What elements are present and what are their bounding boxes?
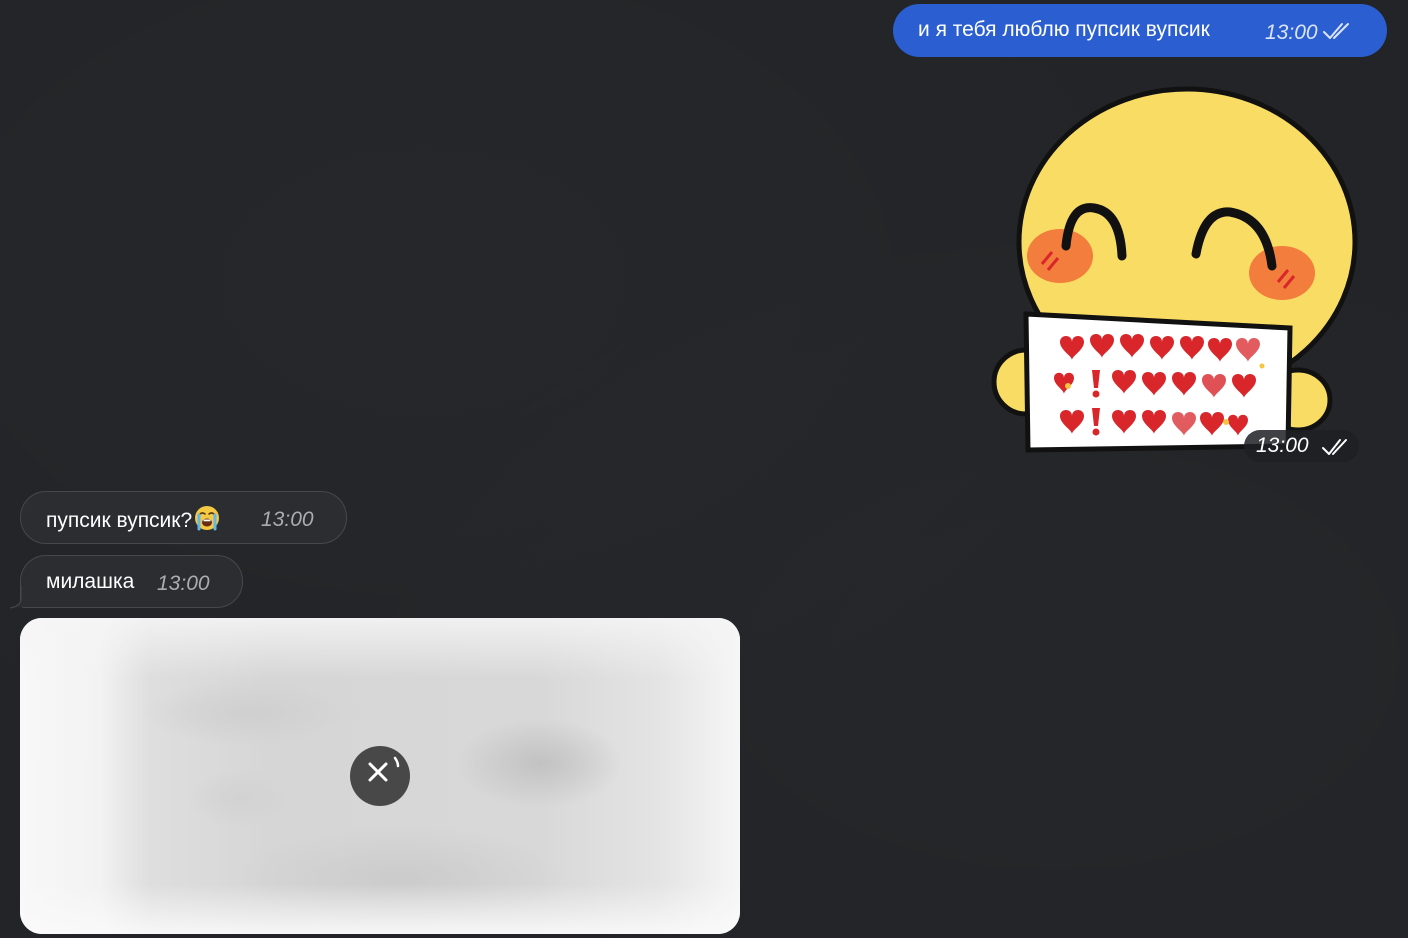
cancel-download-icon bbox=[350, 744, 410, 809]
outgoing-message-bubble[interactable]: и я тебя люблю пупсик вупсик 13:00 bbox=[893, 4, 1387, 57]
sticker-timestamp: 13:00 bbox=[1244, 430, 1359, 462]
media-preview[interactable] bbox=[20, 618, 740, 934]
chat-area: и я тебя люблю пупсик вупсик 13:00 13:00… bbox=[0, 0, 1408, 938]
incoming-message-bubble[interactable]: пупсик вупсик? 13:00 bbox=[20, 491, 347, 544]
smiling-face-holding-hearts-sign-sticker[interactable] bbox=[990, 86, 1360, 464]
message-time: 13:00 bbox=[1256, 434, 1309, 457]
message-time: 13:00 bbox=[1265, 21, 1318, 44]
media-fade bbox=[20, 618, 740, 678]
read-double-check-icon bbox=[1322, 21, 1354, 48]
message-text: пупсик вупсик? bbox=[46, 509, 193, 532]
bubble-tail bbox=[8, 586, 28, 615]
incoming-message-bubble[interactable]: милашка 13:00 bbox=[20, 555, 243, 608]
message-text: и я тебя люблю пупсик вупсик bbox=[918, 18, 1210, 41]
read-double-check-icon bbox=[1321, 437, 1351, 462]
cancel-download-button[interactable] bbox=[350, 746, 410, 806]
loudly-crying-face-icon bbox=[194, 505, 220, 538]
message-time: 13:00 bbox=[261, 508, 314, 531]
message-time: 13:00 bbox=[157, 572, 210, 595]
media-fade bbox=[20, 884, 740, 934]
message-text: милашка bbox=[46, 570, 135, 593]
